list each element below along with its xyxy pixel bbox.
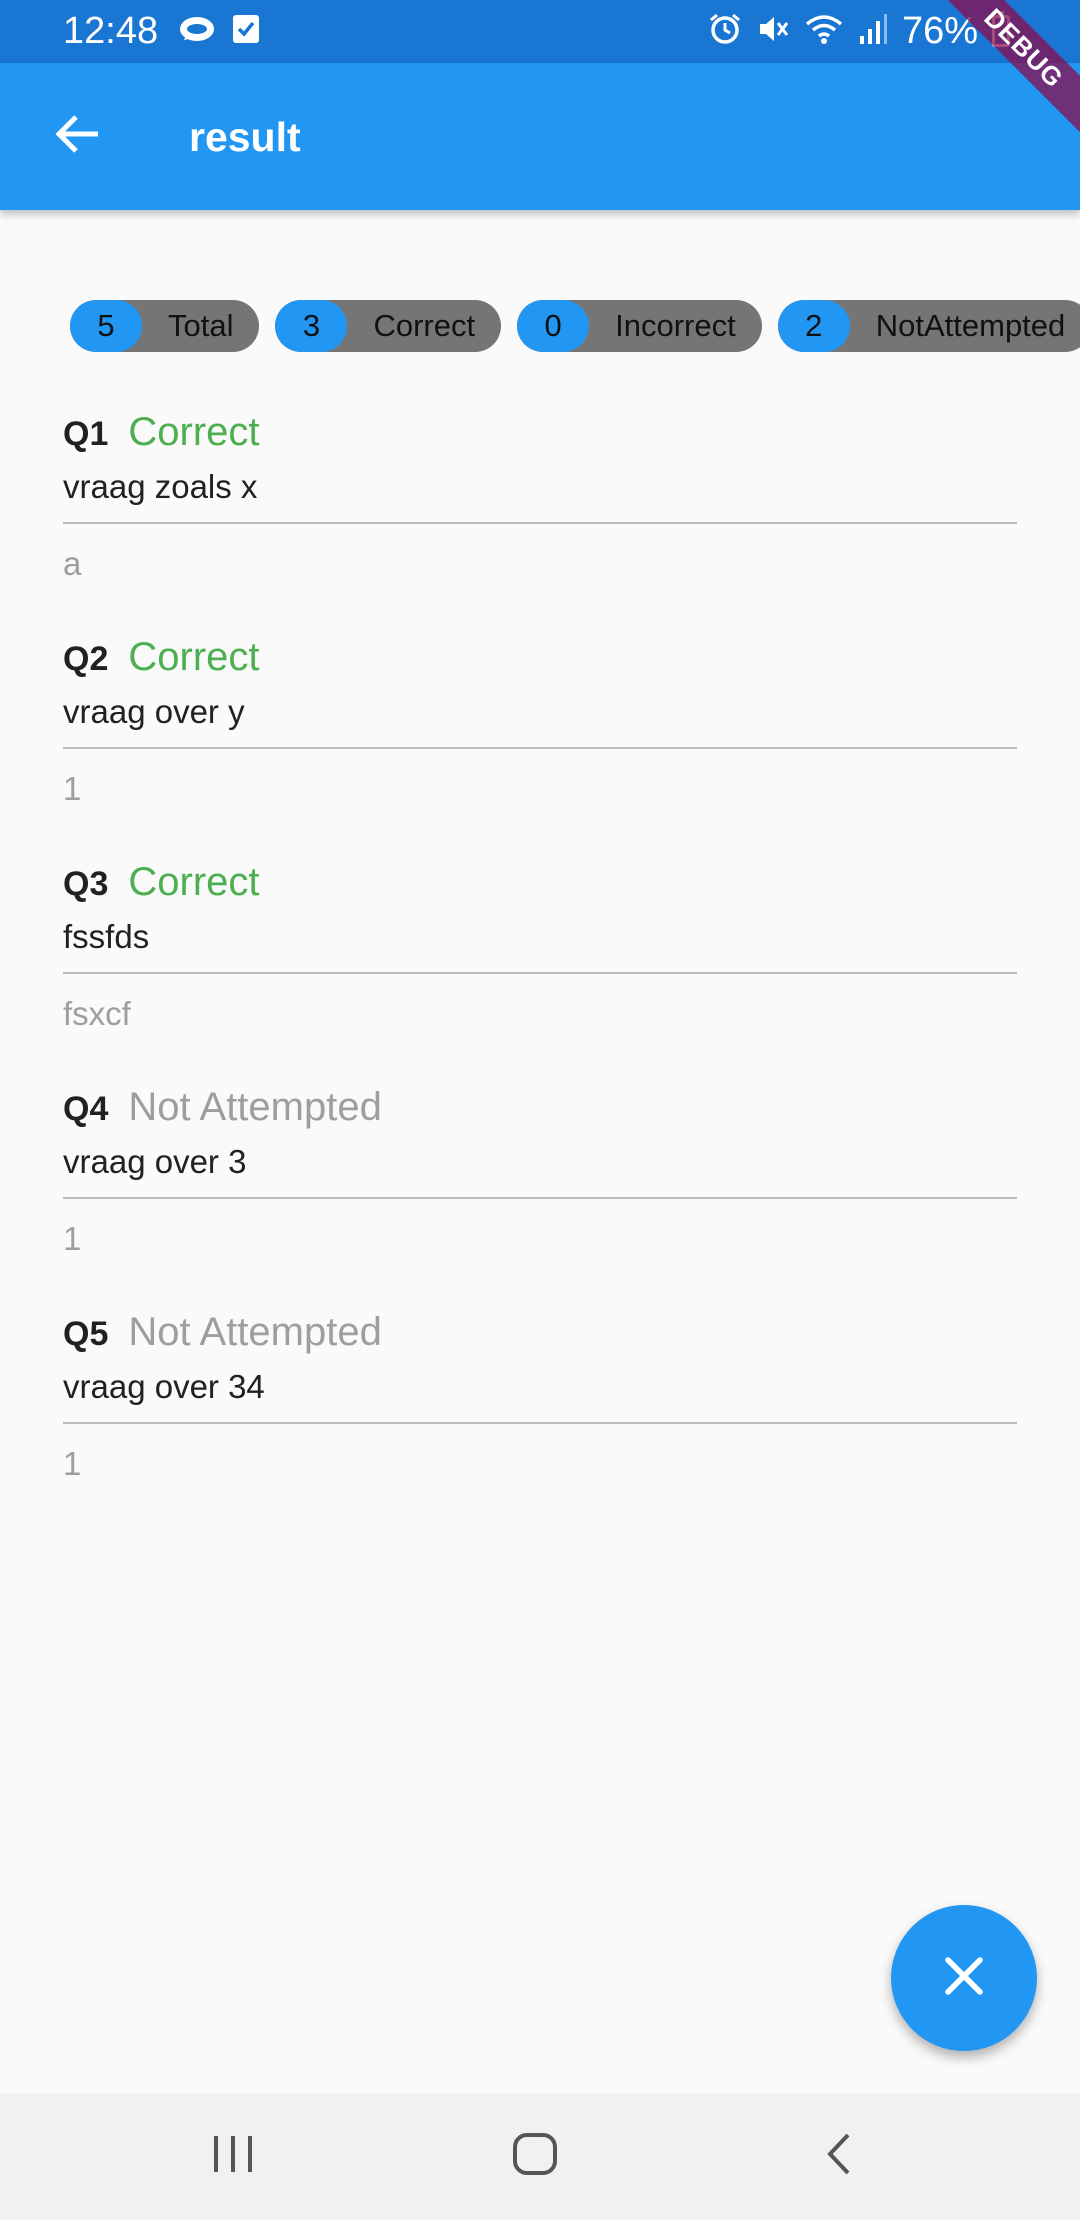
chip-correct: 3 Correct <box>275 300 502 352</box>
question-text: vraag over 34 <box>63 1368 265 1405</box>
question-header: Q2 Correct <box>63 635 260 691</box>
question-number: Q2 <box>63 640 109 678</box>
chip-incorrect: 0 Incorrect <box>517 300 762 352</box>
question-number: Q1 <box>63 415 109 453</box>
chip-label: Total <box>168 308 234 343</box>
answer-text: 1 <box>63 770 82 807</box>
list-item: Q1 Correct vraag zoals x a <box>63 410 1017 635</box>
page-title: result <box>189 114 301 160</box>
alarm-icon <box>708 12 742 51</box>
chip-label: Incorrect <box>615 308 736 343</box>
question-text: vraag zoals x <box>63 468 258 505</box>
question-status: Correct <box>128 860 260 904</box>
list-item: Q3 Correct fssfds fsxcf <box>63 860 1017 1085</box>
question-status: Correct <box>128 410 260 454</box>
question-header: Q3 Correct <box>63 860 260 916</box>
summary-chips: 5 Total 3 Correct 0 Incorrect 2 NotAttem… <box>70 300 1080 352</box>
back-nav-icon <box>824 2131 854 2182</box>
divider <box>63 1197 1017 1199</box>
home-icon <box>511 2131 559 2182</box>
chip-count: 2 <box>777 300 850 352</box>
status-time: 12:48 <box>63 10 159 52</box>
answer-text: 1 <box>63 1220 82 1257</box>
close-icon <box>942 1954 986 2003</box>
screen: 12:48 76% result DEBUG 5 Total 3 Correct… <box>0 0 1080 2220</box>
divider <box>63 972 1017 974</box>
status-bar: 12:48 76% <box>0 0 1080 63</box>
question-number: Q3 <box>63 865 109 903</box>
back-button[interactable] <box>44 103 110 169</box>
app-bar: result <box>0 63 1080 210</box>
back-nav-button[interactable] <box>779 2093 899 2220</box>
question-text: fssfds <box>63 918 150 955</box>
question-status: Correct <box>128 635 260 679</box>
navigation-bar <box>0 2093 1080 2220</box>
list-item: Q4 Not Attempted vraag over 3 1 <box>63 1085 1017 1310</box>
chip-not-attempted: 2 NotAttempted <box>777 300 1080 352</box>
list-item: Q2 Correct vraag over y 1 <box>63 635 1017 860</box>
question-status: Not Attempted <box>128 1310 382 1354</box>
chip-total: 5 Total <box>70 300 260 352</box>
question-number: Q5 <box>63 1315 109 1353</box>
mute-icon <box>756 12 790 51</box>
answer-text: 1 <box>63 1445 82 1482</box>
checkbox-icon <box>232 14 260 49</box>
wifi-icon <box>804 12 844 51</box>
home-button[interactable] <box>475 2093 595 2220</box>
recent-apps-button[interactable] <box>173 2093 293 2220</box>
chat-bubble-icon <box>178 14 216 53</box>
question-list: Q1 Correct vraag zoals x a Q2 Correct vr… <box>63 410 1017 1535</box>
signal-icon <box>858 12 888 51</box>
divider <box>63 1422 1017 1424</box>
divider <box>63 522 1017 524</box>
chip-label: Correct <box>373 308 476 343</box>
answer-text: a <box>63 545 82 582</box>
question-header: Q4 Not Attempted <box>63 1085 382 1141</box>
question-header: Q5 Not Attempted <box>63 1310 382 1366</box>
question-text: vraag over y <box>63 693 245 730</box>
chip-count: 0 <box>517 300 590 352</box>
chip-label: NotAttempted <box>875 308 1066 343</box>
question-text: vraag over 3 <box>63 1143 247 1180</box>
chip-count: 5 <box>70 300 142 352</box>
question-status: Not Attempted <box>128 1085 382 1129</box>
close-button[interactable] <box>891 1905 1037 2051</box>
list-item: Q5 Not Attempted vraag over 34 1 <box>63 1310 1017 1535</box>
question-header: Q1 Correct <box>63 410 260 466</box>
arrow-back-icon <box>54 114 100 159</box>
recent-apps-icon <box>210 2133 256 2180</box>
divider <box>63 747 1017 749</box>
answer-text: fsxcf <box>63 995 131 1032</box>
chip-count: 3 <box>275 300 348 352</box>
question-number: Q4 <box>63 1090 109 1128</box>
